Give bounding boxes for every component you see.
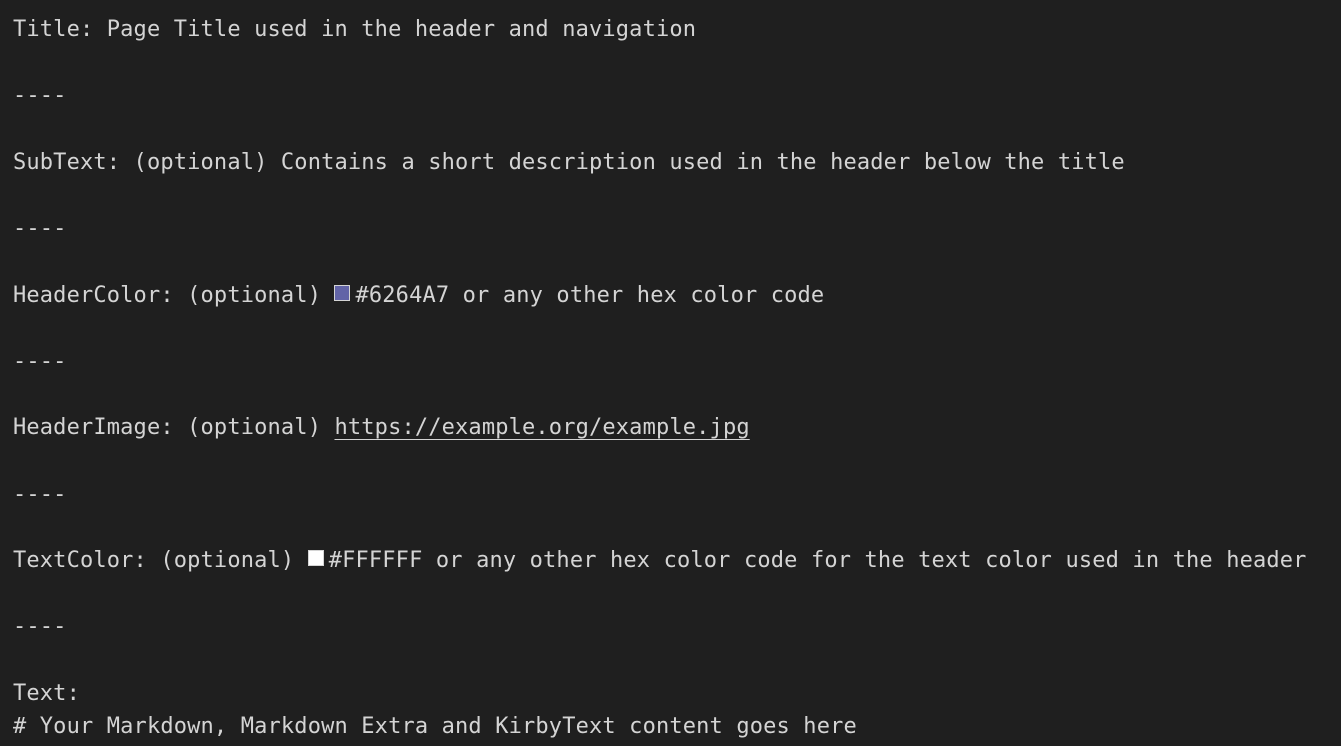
title-line: Title: Page Title used in the header and… [13,17,697,42]
header-image-line: HeaderImage: (optional) https://example.… [13,411,1341,444]
header-image-prefix: HeaderImage: (optional) [13,415,335,441]
header-color-swatch[interactable] [334,284,351,301]
text-editor[interactable]: Title: Page Title used in the header and… [0,0,1341,746]
header-color-line: HeaderColor: (optional) #6264A7 or any o… [13,279,1341,312]
separator-line: ---- [13,216,67,242]
header-color-prefix: HeaderColor: (optional) [13,282,335,308]
text-color-prefix: TextColor: (optional) [13,548,308,573]
header-color-value: #6264A7 [355,282,450,308]
text-label-line: Text: [13,680,80,706]
text-content-line: # Your Markdown, Markdown Extra and Kirb… [13,713,857,739]
separator-line: ---- [13,348,67,374]
text-color-swatch[interactable] [307,550,324,566]
separator-line: ---- [13,83,67,109]
separator-line: ---- [13,614,67,640]
text-color-suffix: or any other hex color code for the text… [422,548,1307,573]
text-color-line: TextColor: (optional) #FFFFFF or any oth… [13,544,1341,577]
separator-line: ---- [13,481,67,507]
header-color-suffix: or any other hex color code [449,282,825,308]
text-color-value: #FFFFFF [328,548,423,573]
subtext-line: SubText: (optional) Contains a short des… [13,149,1125,175]
header-image-link[interactable]: https://example.org/example.jpg [334,415,749,440]
